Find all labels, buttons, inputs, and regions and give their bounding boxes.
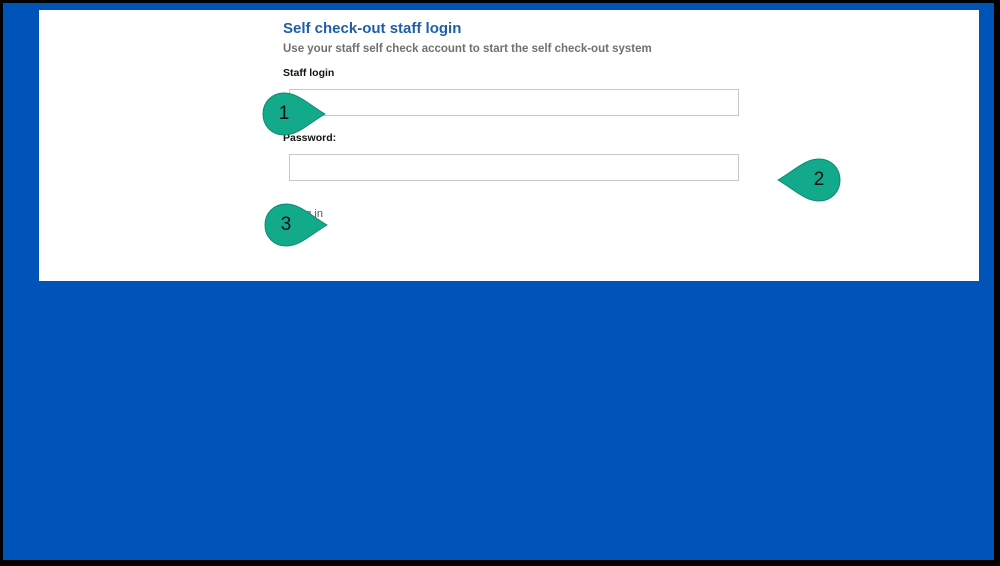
callout-number-2: 2 bbox=[813, 169, 825, 190]
page-subtitle: Use your staff self check account to sta… bbox=[283, 43, 652, 55]
page-background: Self check-out staff login Use your staf… bbox=[3, 3, 994, 560]
callout-marker-1: 1 bbox=[262, 92, 326, 136]
staff-login-label: Staff login bbox=[283, 67, 335, 79]
callout-number-1: 1 bbox=[278, 103, 290, 124]
callout-marker-3: 3 bbox=[264, 203, 328, 247]
callout-number-3: 3 bbox=[280, 214, 292, 235]
password-input[interactable] bbox=[289, 154, 739, 181]
callout-marker-2: 2 bbox=[777, 158, 841, 202]
login-panel: Self check-out staff login Use your staf… bbox=[39, 10, 979, 281]
staff-login-input[interactable] bbox=[289, 89, 739, 116]
page-title: Self check-out staff login bbox=[283, 20, 462, 37]
